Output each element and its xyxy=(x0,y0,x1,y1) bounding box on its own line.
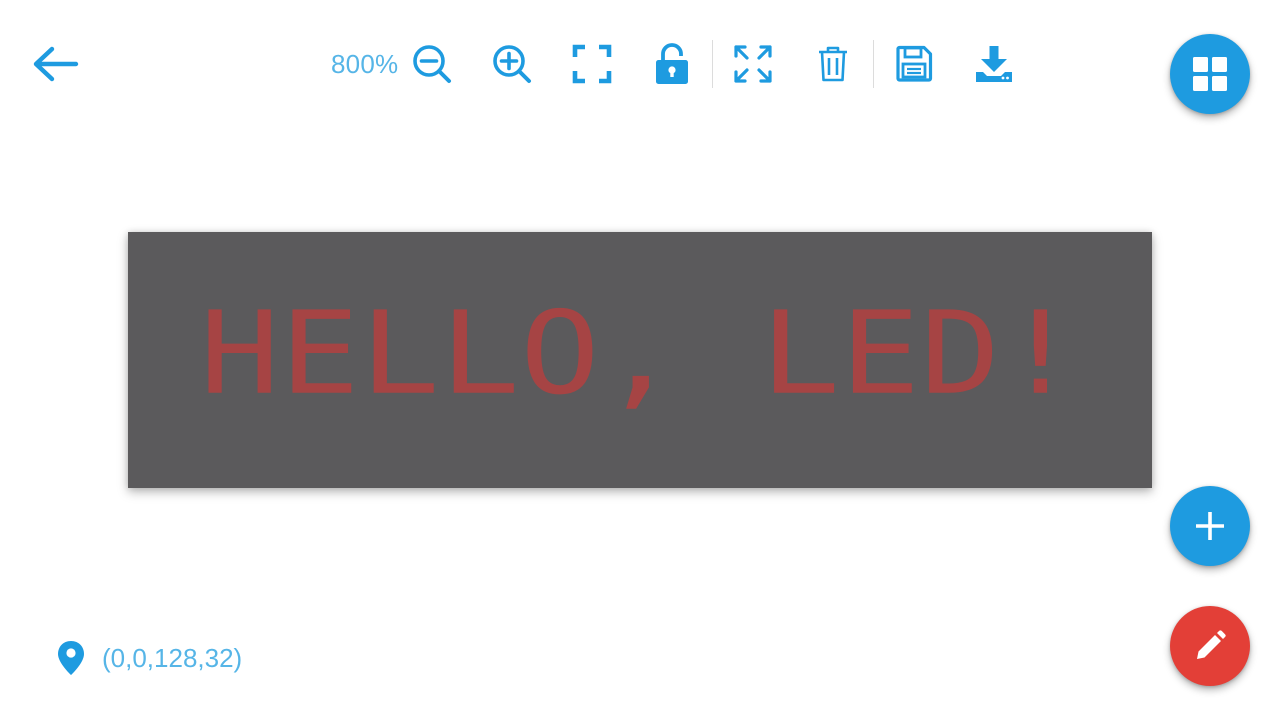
canvas-bounds-status: (0,0,128,32) xyxy=(56,636,242,680)
plus-icon xyxy=(1196,512,1224,540)
location-pin-icon xyxy=(58,641,84,675)
fit-screen-icon xyxy=(572,44,612,84)
delete-button[interactable] xyxy=(793,36,873,92)
zoom-in-button[interactable] xyxy=(472,36,552,92)
expand-button[interactable] xyxy=(713,36,793,92)
toolbar: 800% xyxy=(320,34,1034,94)
led-canvas[interactable]: HELLO, LED! xyxy=(128,232,1152,488)
lock-button[interactable] xyxy=(632,36,712,92)
edit-button[interactable] xyxy=(1170,606,1250,686)
pencil-icon xyxy=(1197,630,1226,659)
trash-icon xyxy=(819,46,847,82)
download-icon xyxy=(976,46,1012,82)
led-editor-screen: 800% HELLO, LED! (0,0,128,32) xyxy=(0,0,1280,720)
back-button[interactable] xyxy=(30,40,82,88)
zoom-out-icon xyxy=(413,45,451,83)
grid-icon xyxy=(1193,57,1227,91)
led-text: HELLO, LED! xyxy=(199,287,1081,420)
add-button[interactable] xyxy=(1170,486,1250,566)
canvas-bounds-text: (0,0,128,32) xyxy=(102,642,243,673)
zoom-in-icon xyxy=(493,45,531,83)
arrow-left-icon xyxy=(33,46,79,82)
layout-grid-button[interactable] xyxy=(1170,34,1250,114)
unlock-icon xyxy=(656,43,688,84)
expand-icon xyxy=(734,45,772,83)
download-button[interactable] xyxy=(954,36,1034,92)
fit-screen-button[interactable] xyxy=(552,36,632,92)
zoom-out-button[interactable] xyxy=(392,36,472,92)
save-icon xyxy=(896,45,933,82)
save-button[interactable] xyxy=(874,36,954,92)
